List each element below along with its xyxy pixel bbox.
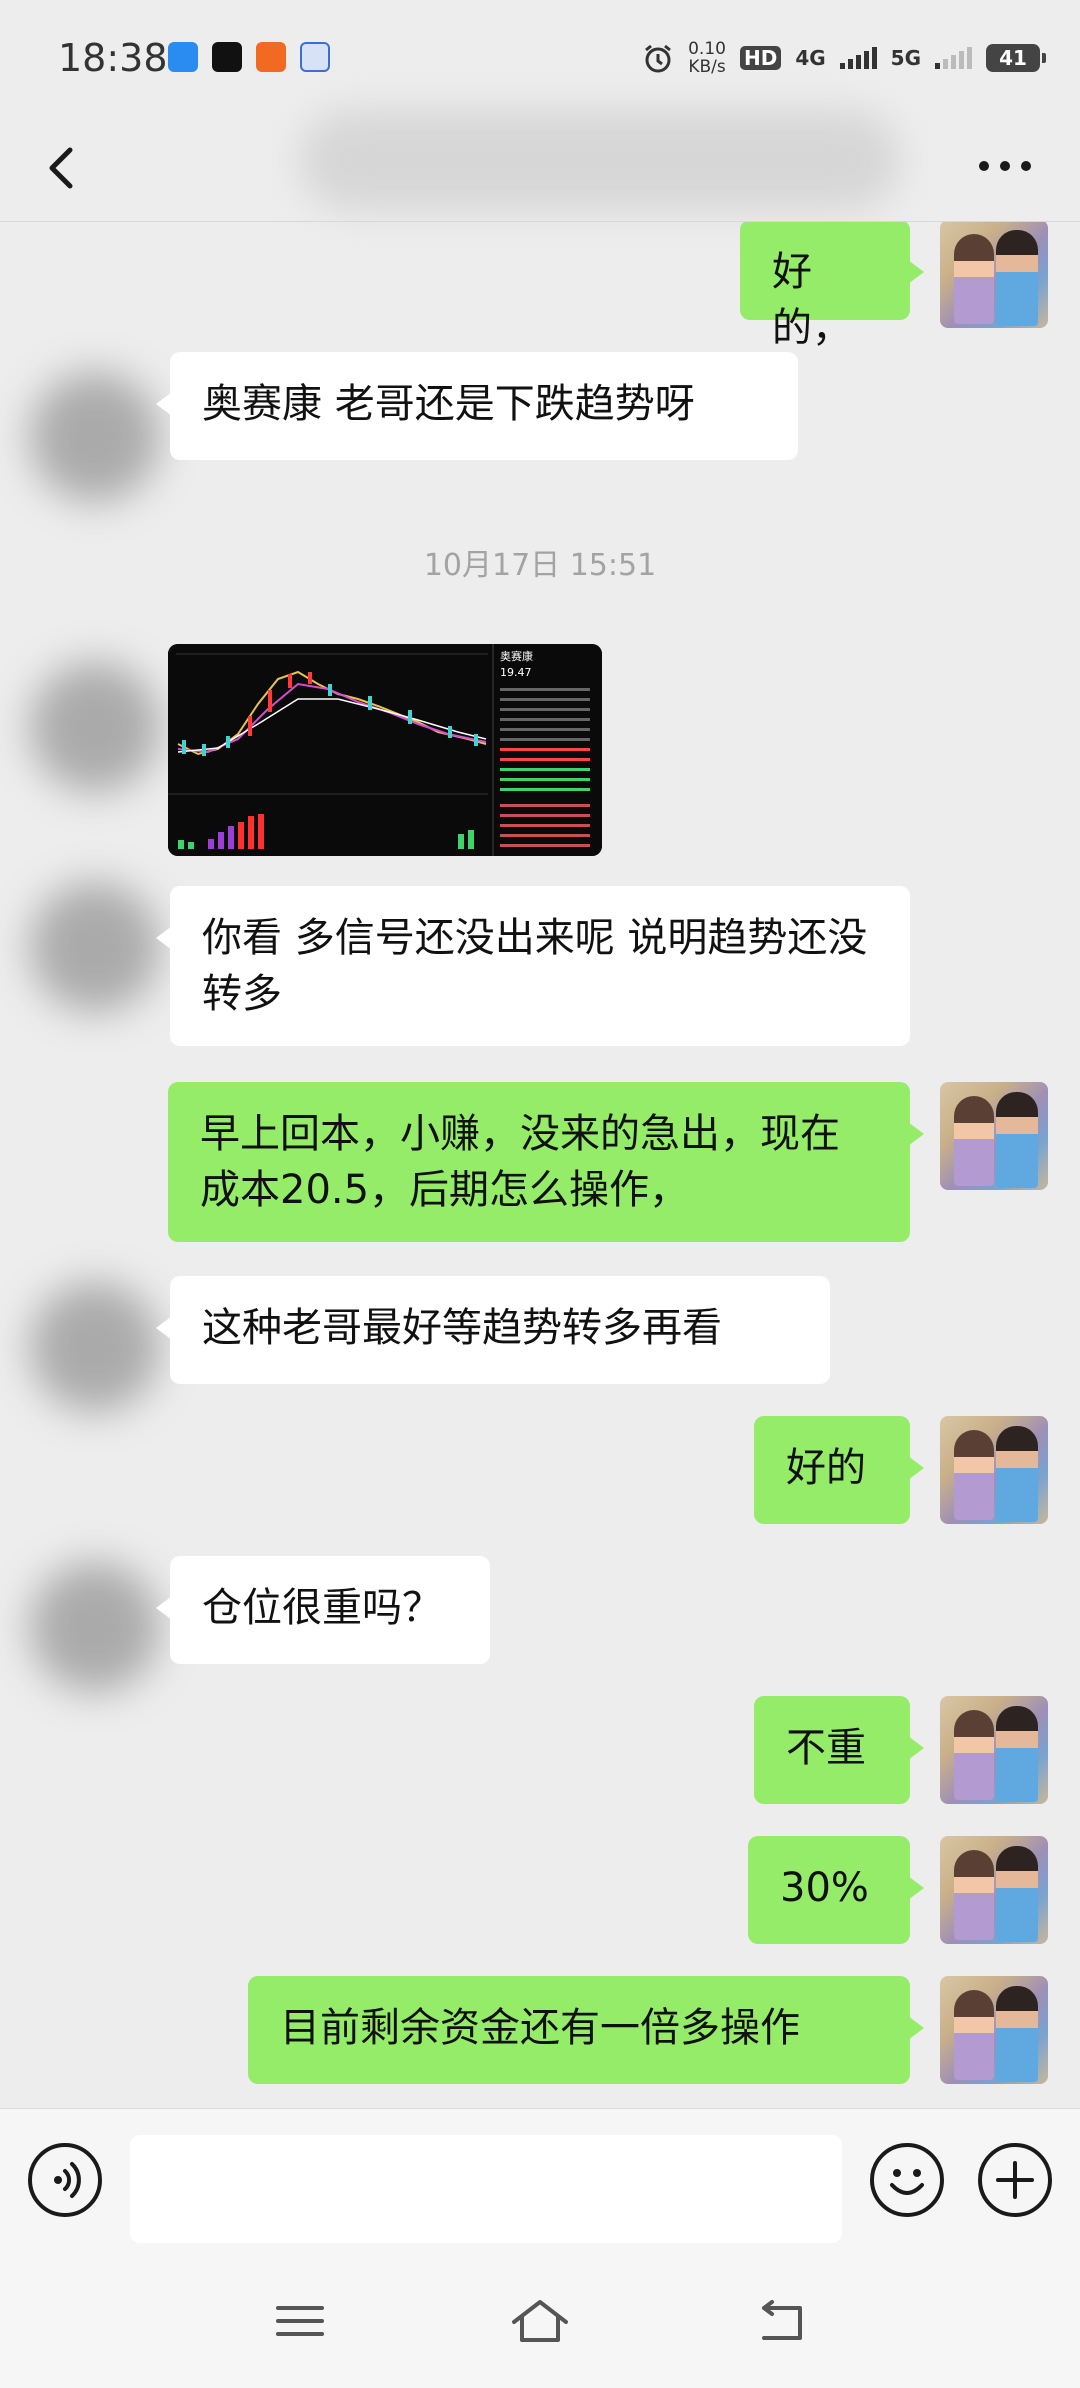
signal-icon — [935, 47, 972, 69]
message-bubble-sent[interactable]: 早上回本，小赚，没来的急出，现在成本20.5，后期怎么操作， — [168, 1082, 924, 1242]
my-avatar[interactable] — [940, 1976, 1048, 2084]
chat-header — [0, 110, 1080, 222]
app-notification-icon — [168, 42, 198, 72]
chevron-left-icon — [49, 147, 73, 189]
contact-avatar[interactable] — [30, 372, 160, 502]
signal-icon — [839, 47, 877, 69]
sim1-network: 4G — [795, 46, 826, 70]
message-input[interactable] — [130, 2135, 842, 2243]
my-avatar[interactable] — [940, 1696, 1048, 1804]
status-time: 18:38 — [58, 36, 168, 80]
message-timestamp: 10月17日 15:51 — [423, 548, 657, 583]
message-bubble-received[interactable]: 仓位很重吗？ — [156, 1556, 490, 1664]
emoji-button[interactable] — [870, 2143, 944, 2217]
message-bubble-sent[interactable]: 不重 — [754, 1696, 924, 1804]
my-avatar[interactable] — [940, 222, 1048, 328]
menu-icon — [276, 2306, 324, 2336]
message-bubble-received[interactable]: 这种老哥最好等趋势转多再看 — [156, 1276, 830, 1384]
plus-icon — [996, 2161, 1034, 2199]
chat-title-redacted — [300, 110, 900, 210]
system-nav-bar — [0, 2248, 1080, 2388]
tiktok-icon — [212, 42, 242, 72]
stock-chart-image[interactable]: 奥赛康 19.47 — [168, 644, 602, 856]
hd-badge: HD — [739, 46, 782, 70]
more-functions-button[interactable] — [978, 2143, 1052, 2217]
nav-menu-button[interactable] — [270, 2296, 330, 2346]
nav-home-button[interactable] — [510, 2296, 570, 2346]
battery-indicator: 41 — [986, 44, 1046, 72]
emoji-icon — [890, 2169, 924, 2195]
back-button[interactable] — [36, 132, 96, 202]
sim2-network: 5G — [890, 46, 921, 70]
message-bubble-received[interactable]: 你看 多信号还没出来呢 说明趋势还没转多 — [156, 886, 910, 1046]
contact-avatar[interactable] — [30, 1282, 160, 1412]
app-notification-icon — [300, 42, 330, 72]
more-dots-icon — [979, 161, 1031, 171]
back-icon — [762, 2300, 802, 2340]
voice-button[interactable] — [28, 2143, 102, 2217]
message-bubble-sent[interactable]: 目前剩余资金还有一倍多操作 — [248, 1976, 924, 2084]
my-avatar[interactable] — [940, 1836, 1048, 1944]
home-icon — [512, 2300, 568, 2342]
contact-avatar[interactable] — [30, 882, 160, 1012]
message-bubble-sent[interactable]: 好的 — [754, 1416, 924, 1524]
message-bubble-sent[interactable]: 好的， — [740, 222, 924, 351]
app-notification-icon — [256, 42, 286, 72]
status-bar: 18:38 0.10 KB/s HD 4G 5G 41 — [0, 0, 1080, 110]
voice-icon — [54, 2162, 81, 2198]
chart-stock-name: 奥赛康 — [500, 649, 533, 663]
input-bar — [0, 2108, 1080, 2248]
more-options-button[interactable] — [970, 146, 1040, 186]
my-avatar[interactable] — [940, 1082, 1048, 1190]
contact-avatar[interactable] — [30, 1562, 160, 1692]
nav-back-button[interactable] — [750, 2296, 810, 2346]
chart-stock-price: 19.47 — [500, 666, 532, 679]
network-speed: 0.10 KB/s — [688, 39, 726, 77]
contact-avatar[interactable] — [30, 662, 160, 792]
message-bubble-received[interactable]: 奥赛康 老哥还是下跌趋势呀 — [156, 352, 798, 460]
alarm-icon — [645, 44, 672, 73]
message-bubble-sent[interactable]: 30% — [748, 1836, 924, 1944]
my-avatar[interactable] — [940, 1416, 1048, 1524]
stock-chart-thumbnail: 奥赛康 19.47 — [168, 644, 602, 856]
message-list[interactable]: 好的， 奥赛康 老哥还是下跌趋势呀 10月17日 15:51 奥赛康 19.47… — [0, 222, 1080, 2108]
